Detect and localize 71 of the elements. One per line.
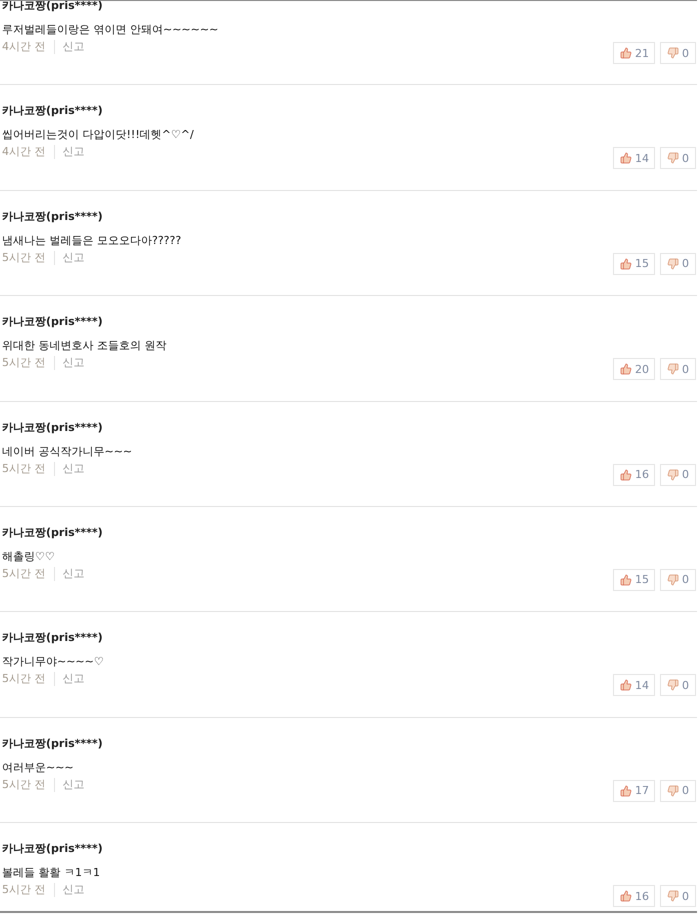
report-link[interactable]: 신고: [54, 250, 84, 265]
report-link[interactable]: 신고: [54, 145, 84, 160]
like-button[interactable]: 15: [613, 252, 655, 275]
comment-time: 5시간 전: [2, 250, 54, 265]
like-button[interactable]: 21: [613, 42, 655, 64]
comment-time: 5시간 전: [2, 566, 54, 581]
thumbs-down-icon: [667, 574, 679, 586]
comment-text: 루저벌레들이랑은 엮이면 안돼여~~~~~~: [2, 22, 218, 38]
comment-text: 볼레들 활활 ㅋ1ㅋ1: [2, 865, 100, 882]
comment-text: 작가니무야~~~~♡: [2, 654, 104, 670]
comment-author: 카나코짱(pris****): [2, 630, 103, 646]
comment-time: 5시간 전: [2, 778, 54, 792]
thumbs-up-icon: [620, 468, 632, 481]
comment-author: 카나코짱(pris****): [2, 736, 103, 752]
dislike-button[interactable]: 0: [660, 674, 696, 696]
like-button[interactable]: 14: [613, 147, 655, 170]
thumbs-down-icon: [667, 258, 679, 270]
dislike-button[interactable]: 0: [660, 358, 696, 380]
thumbs-up-icon: [620, 363, 632, 376]
report-link[interactable]: 신고: [54, 462, 84, 476]
comment-text: 위대한 동네변호사 조들호의 원작: [2, 338, 166, 354]
like-button[interactable]: 14: [613, 674, 655, 696]
comment-text: 씹어버리는것이 다압이닷!!!데헷^♡^/: [2, 127, 194, 144]
comment-author: 카나코짱(pris****): [2, 841, 103, 858]
thumbs-down-icon: [667, 784, 679, 797]
comment-author: 카나코짱(pris****): [2, 524, 103, 541]
comment-time: 4시간 전: [2, 145, 54, 160]
comment-time: 5시간 전: [2, 356, 54, 370]
dislike-button[interactable]: 0: [660, 568, 696, 591]
comment-text: 네이버 공식작가니무~~~: [2, 444, 132, 460]
like-button[interactable]: 20: [613, 358, 655, 380]
report-link[interactable]: 신고: [54, 883, 84, 898]
dislike-button[interactable]: 0: [660, 464, 696, 486]
thumbs-up-icon: [620, 679, 632, 692]
report-link[interactable]: 신고: [54, 356, 84, 370]
thumbs-up-icon: [620, 784, 632, 797]
like-button[interactable]: 15: [613, 568, 655, 591]
comment-author: 카나코짱(pris****): [2, 314, 103, 330]
comment-author: 카나코짱(pris****): [2, 208, 103, 225]
thumbs-up-icon: [620, 152, 632, 164]
dislike-button[interactable]: 0: [660, 42, 696, 64]
thumbs-down-icon: [667, 152, 679, 164]
thumbs-down-icon: [667, 679, 679, 692]
report-link[interactable]: 신고: [54, 778, 84, 792]
like-button[interactable]: 16: [613, 885, 655, 908]
report-link[interactable]: 신고: [54, 672, 84, 686]
dislike-button[interactable]: 0: [660, 252, 696, 275]
comment-text: 여러부운~~~: [2, 760, 74, 776]
dislike-button[interactable]: 0: [660, 147, 696, 170]
comment-author: 카나코짱(pris****): [2, 420, 103, 436]
thumbs-up-icon: [620, 258, 632, 270]
thumbs-down-icon: [667, 468, 679, 481]
comment-author: 카나코짱(pris****): [2, 103, 103, 120]
comment-text: 냄새나는 벌레들은 모오오다아?????: [2, 232, 182, 249]
thumbs-up-icon: [620, 47, 632, 59]
like-button[interactable]: 17: [613, 780, 655, 802]
thumbs-up-icon: [620, 890, 632, 902]
comment-time: 5시간 전: [2, 672, 54, 686]
thumbs-down-icon: [667, 47, 679, 59]
comment-time: 5시간 전: [2, 883, 54, 898]
dislike-button[interactable]: 0: [660, 780, 696, 802]
thumbs-up-icon: [620, 574, 632, 586]
dislike-button[interactable]: 0: [660, 885, 696, 908]
thumbs-down-icon: [667, 890, 679, 902]
comment-time: 5시간 전: [2, 462, 54, 476]
comment-text: 해촐링♡♡: [2, 548, 55, 565]
thumbs-down-icon: [667, 363, 679, 376]
report-link[interactable]: 신고: [54, 40, 84, 54]
like-button[interactable]: 16: [613, 464, 655, 486]
report-link[interactable]: 신고: [54, 566, 84, 581]
comment-time: 4시간 전: [2, 40, 54, 54]
